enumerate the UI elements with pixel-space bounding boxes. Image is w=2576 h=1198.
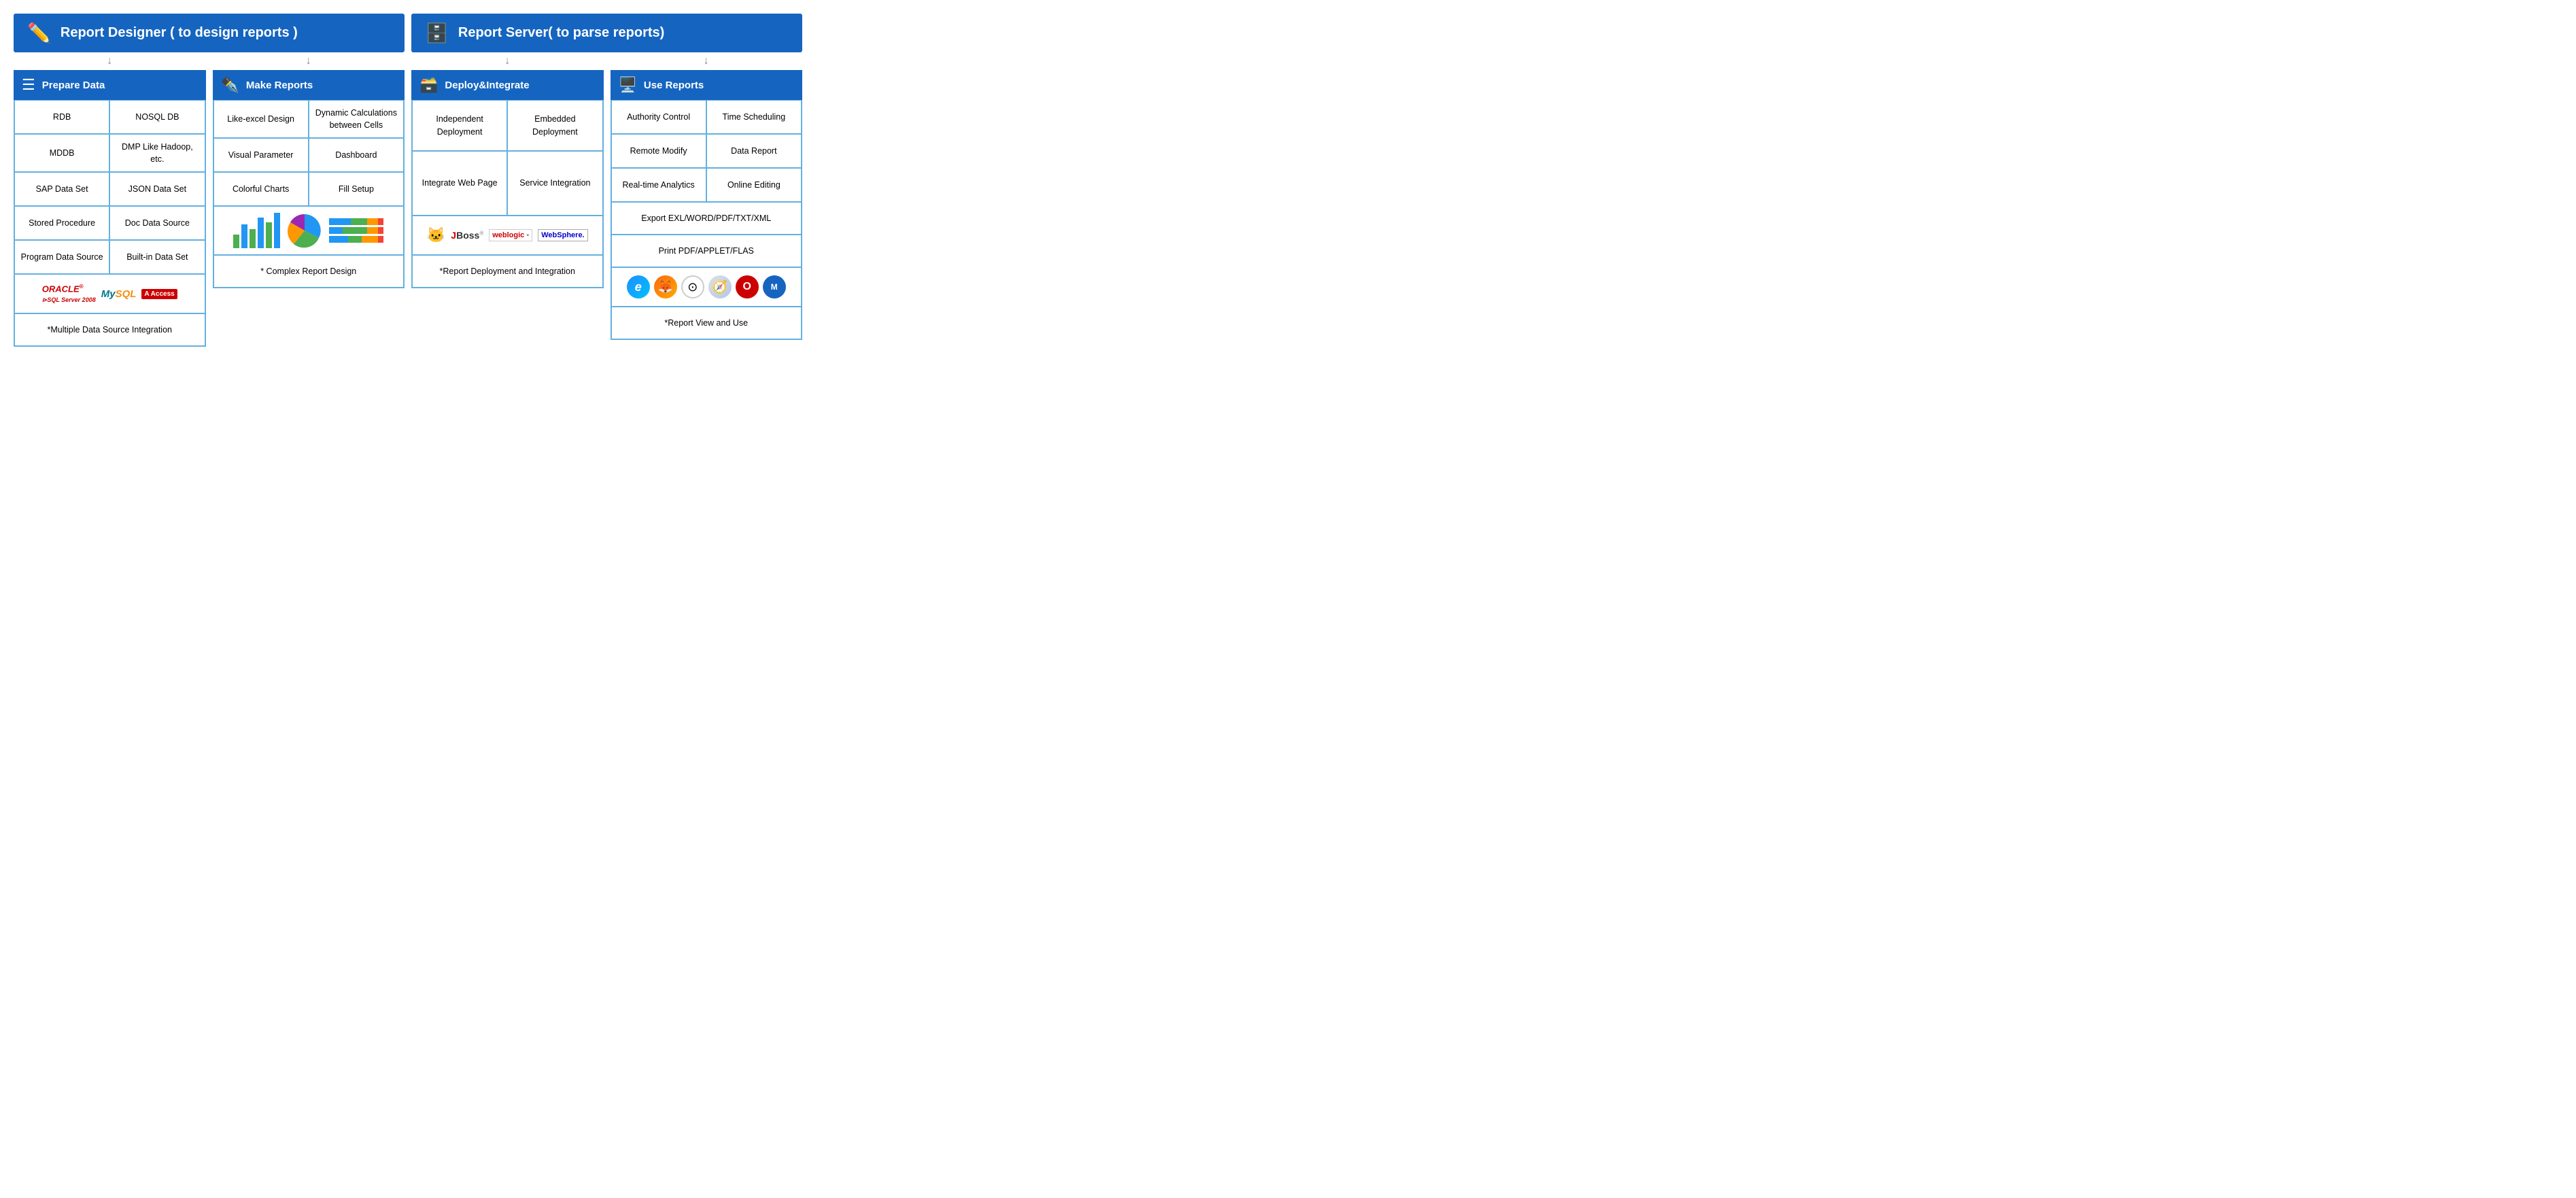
cell-dashboard: Dashboard xyxy=(309,138,404,172)
make-row-2: Visual Parameter Dashboard xyxy=(213,138,405,172)
use-row-2: Remote Modify Data Report xyxy=(611,134,802,168)
prepare-data-header: ☰ Prepare Data xyxy=(14,70,206,100)
deploy-body: Independent Deployment Embedded Deployme… xyxy=(411,100,604,288)
arrow-col4: ↓ xyxy=(704,55,709,67)
cell-dynamic-calc: Dynamic Calculations between Cells xyxy=(309,100,404,138)
cell-builtin: Built-in Data Set xyxy=(109,240,205,274)
safari-browser-icon: 🧭 xyxy=(708,275,732,298)
cell-doc-source: Doc Data Source xyxy=(109,206,205,240)
make-row-1: Like-excel Design Dynamic Calculations b… xyxy=(213,100,405,138)
use-reports-title: Use Reports xyxy=(644,80,704,91)
cell-integrate-web: Integrate Web Page xyxy=(412,151,507,216)
deploy-header: 🗃️ Deploy&Integrate xyxy=(411,70,604,100)
cell-online-editing: Online Editing xyxy=(706,168,802,202)
prepare-bottom-note: *Multiple Data Source Integration xyxy=(14,313,205,346)
cell-independent-deploy: Independent Deployment xyxy=(412,100,507,151)
websphere-logo: WebSphere. xyxy=(538,229,587,241)
monitor-icon: 🖥️ xyxy=(619,76,637,94)
jboss-logo: JBoss® xyxy=(451,230,483,241)
deploy-integrate-column: 🗃️ Deploy&Integrate Independent Deployme… xyxy=(411,70,604,347)
cell-nosql: NOSQL DB xyxy=(109,100,205,134)
chart-preview xyxy=(213,206,405,255)
use-bottom-note: *Report View and Use xyxy=(611,307,802,339)
cell-embedded-deploy: Embedded Deployment xyxy=(507,100,602,151)
cell-colorful-charts: Colorful Charts xyxy=(213,172,309,206)
edit-icon: ✒️ xyxy=(221,76,239,94)
server-header: 🗄️ Report Server( to parse reports) xyxy=(411,14,802,52)
browser-logos: e 🦊 ⊙ 🧭 O M xyxy=(611,267,802,307)
bar-chart-preview xyxy=(233,213,280,248)
use-reports-column: 🖥️ Use Reports Authority Control Time Sc… xyxy=(611,70,803,347)
cell-export: Export EXL/WORD/PDF/TXT/XML xyxy=(611,202,802,235)
make-reports-body: Like-excel Design Dynamic Calculations b… xyxy=(213,100,405,288)
cell-time-scheduling: Time Scheduling xyxy=(706,100,802,134)
make-row-3: Colorful Charts Fill Setup xyxy=(213,172,405,206)
prepare-row-4: Stored Procedure Doc Data Source xyxy=(14,206,205,240)
cell-excel-design: Like-excel Design xyxy=(213,100,309,138)
make-bottom-note: * Complex Report Design xyxy=(213,255,405,288)
cell-service-integration: Service Integration xyxy=(507,151,602,216)
prepare-row-5: Program Data Source Built-in Data Set xyxy=(14,240,205,274)
deploy-row-2: Integrate Web Page Service Integration xyxy=(412,151,603,216)
deploy-row-1: Independent Deployment Embedded Deployme… xyxy=(412,100,603,151)
cell-rdb: RDB xyxy=(14,100,109,134)
deploy-bottom-note: *Report Deployment and Integration xyxy=(412,255,603,288)
mysql-logo: MySQL xyxy=(101,288,137,300)
deploy-title: Deploy&Integrate xyxy=(445,80,529,91)
weblogic-logo: weblogic ▪ xyxy=(489,229,532,241)
database-icon: 🗃️ xyxy=(419,76,438,94)
use-row-1: Authority Control Time Scheduling xyxy=(611,100,802,134)
use-reports-body: Authority Control Time Scheduling Remote… xyxy=(611,100,803,340)
oracle-logo: ORACLE®⊳SQL Server 2008 xyxy=(42,284,96,304)
opera-browser-icon: O xyxy=(736,275,759,298)
make-reports-column: ✒️ Make Reports Like-excel Design Dynami… xyxy=(213,70,405,347)
cell-visual-param: Visual Parameter xyxy=(213,138,309,172)
use-row-3: Real-time Analytics Online Editing xyxy=(611,168,802,202)
cell-fill-setup: Fill Setup xyxy=(309,172,404,206)
ie-browser-icon: e xyxy=(627,275,650,298)
cell-json: JSON Data Set xyxy=(109,172,205,206)
arrow-col3: ↓ xyxy=(504,55,510,67)
pie-chart-preview xyxy=(287,213,322,248)
use-reports-header: 🖥️ Use Reports xyxy=(611,70,803,100)
make-reports-header: ✒️ Make Reports xyxy=(213,70,405,100)
cell-dmp: DMP Like Hadoop, etc. xyxy=(109,134,205,172)
cell-program-source: Program Data Source xyxy=(14,240,109,274)
server-logos: 🐱 JBoss® weblogic ▪ WebSphere. xyxy=(412,216,603,255)
cell-authority: Authority Control xyxy=(611,100,706,134)
designer-title: Report Designer ( to design reports ) xyxy=(61,25,298,41)
pencil-icon: ✏️ xyxy=(27,22,51,44)
arrow-col1: ↓ xyxy=(107,55,112,67)
tomcat-logo: 🐱 xyxy=(427,226,445,244)
maxthon-browser-icon: M xyxy=(763,275,786,298)
server-title: Report Server( to parse reports) xyxy=(458,25,664,41)
prepare-row-2: MDDB DMP Like Hadoop, etc. xyxy=(14,134,205,172)
prepare-data-title: Prepare Data xyxy=(42,80,105,91)
access-logo: A Access xyxy=(141,289,177,299)
chrome-browser-icon: ⊙ xyxy=(681,275,704,298)
prepare-data-body: RDB NOSQL DB MDDB DMP Like Hadoop, etc. … xyxy=(14,100,206,347)
prepare-data-column: ☰ Prepare Data RDB NOSQL DB MDDB DMP Lik… xyxy=(14,70,206,347)
prepare-row-1: RDB NOSQL DB xyxy=(14,100,205,134)
db-logos: ORACLE®⊳SQL Server 2008 MySQL A Access xyxy=(14,274,205,313)
cell-data-report: Data Report xyxy=(706,134,802,168)
make-reports-title: Make Reports xyxy=(246,80,313,91)
prepare-row-3: SAP Data Set JSON Data Set xyxy=(14,172,205,206)
designer-header: ✏️ Report Designer ( to design reports ) xyxy=(14,14,405,52)
server-icon: 🗄️ xyxy=(425,22,449,44)
cell-print: Print PDF/APPLET/FLAS xyxy=(611,235,802,267)
cell-realtime-analytics: Real-time Analytics xyxy=(611,168,706,202)
stacked-bar-preview xyxy=(329,218,383,243)
cell-stored-proc: Stored Procedure xyxy=(14,206,109,240)
list-icon: ☰ xyxy=(22,76,35,94)
cell-remote-modify: Remote Modify xyxy=(611,134,706,168)
arrow-col2: ↓ xyxy=(306,55,311,67)
firefox-browser-icon: 🦊 xyxy=(654,275,677,298)
cell-sap: SAP Data Set xyxy=(14,172,109,206)
cell-mddb: MDDB xyxy=(14,134,109,172)
